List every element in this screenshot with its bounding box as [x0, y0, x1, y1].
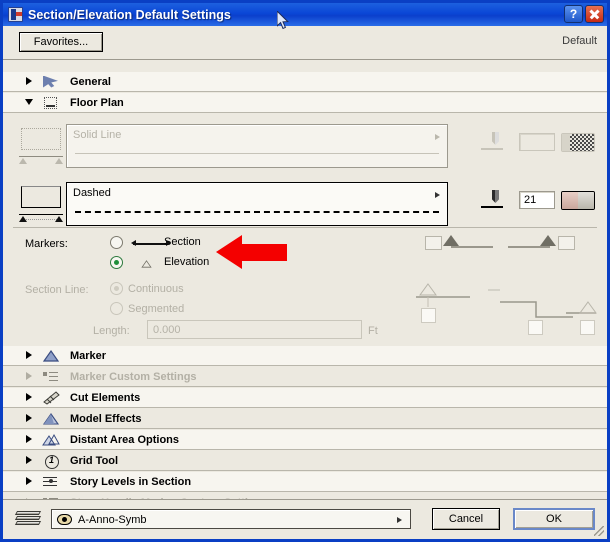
layers-icon [14, 511, 42, 529]
tree-row-label: Model Effects [70, 412, 142, 425]
cut-elements-icon [42, 390, 60, 405]
tree-row-general[interactable]: General [3, 72, 607, 92]
markers-section: Markers: Section Elevation Section Line:… [3, 232, 607, 342]
layer-value: A-Anno-Symb [78, 514, 147, 526]
red-left-arrow-annotation [216, 235, 291, 269]
uncut-line-style-value: Solid Line [73, 129, 122, 141]
expand-arrow-icon[interactable] [25, 477, 34, 486]
radio-elevation-marker[interactable] [110, 256, 123, 269]
favorites-button[interactable]: Favorites... [19, 32, 103, 52]
cancel-button[interactable]: Cancel [432, 508, 500, 530]
favorites-bar: Favorites... Default [3, 26, 607, 60]
tree-row-label: Floor Plan [70, 96, 124, 109]
dialog-footer: A-Anno-Symb Cancel OK [3, 499, 607, 539]
radio-segmented[interactable] [110, 302, 123, 315]
archicad-section-icon [8, 7, 23, 22]
uncut-line-pen-number[interactable] [519, 133, 555, 151]
cut-line-thumbnail [17, 184, 65, 224]
tree-row-marker[interactable]: Marker [3, 346, 607, 366]
floor-plan-panel: Solid Line Dashed 21 Markers: Section El… [3, 114, 607, 344]
window-title: Section/Elevation Default Settings [28, 7, 231, 22]
eye-icon [57, 514, 72, 525]
resize-grip[interactable] [594, 526, 604, 536]
uncut-line-pen-icon[interactable] [481, 130, 507, 154]
arrow-tool-icon [42, 75, 60, 89]
tree-row-label: Cut Elements [70, 391, 141, 404]
cut-line-pen-icon[interactable] [481, 188, 507, 212]
mouse-cursor [277, 11, 289, 30]
tree-row-distant-area-options[interactable]: Distant Area Options [3, 430, 607, 450]
radio-elevation-label[interactable]: Elevation [164, 256, 209, 268]
title-bar: Section/Elevation Default Settings ? [3, 3, 607, 26]
tree-row-floor-plan[interactable]: Floor Plan [3, 93, 607, 113]
tree-row-label: Marker Custom Settings [70, 370, 197, 383]
custom-settings-icon [42, 370, 60, 384]
collapse-arrow-icon[interactable] [25, 98, 34, 107]
expand-arrow-icon[interactable] [25, 456, 34, 465]
tree-row-story-levels-in-section[interactable]: Story Levels in Section [3, 472, 607, 492]
uncut-line-row: Solid Line [3, 122, 607, 178]
marker-preview-top [423, 232, 598, 256]
distant-area-icon [42, 433, 60, 447]
tree-row-marker-custom-settings: Marker Custom Settings [3, 367, 607, 387]
section-elevation-dialog: Section/Elevation Default Settings ? Fav… [0, 0, 610, 542]
marker-triangle-icon [42, 349, 60, 363]
window-controls: ? [564, 5, 604, 23]
chevron-right-icon [435, 134, 440, 140]
cut-line-pen-number[interactable]: 21 [519, 191, 555, 209]
close-button[interactable] [585, 5, 604, 23]
tree-row-label: Grid Tool [70, 454, 119, 467]
close-icon [589, 9, 600, 20]
chevron-right-icon [435, 192, 440, 198]
radio-segmented-label[interactable]: Segmented [128, 303, 184, 315]
model-effects-icon [42, 412, 60, 426]
chevron-right-icon [397, 517, 402, 523]
story-levels-icon [42, 475, 60, 489]
question-mark-icon: ? [569, 7, 578, 21]
tree-row-model-effects[interactable]: Model Effects [3, 409, 607, 429]
length-label: Length: [93, 325, 130, 337]
expand-arrow-icon[interactable] [25, 77, 34, 86]
ok-button[interactable]: OK [513, 508, 595, 530]
cut-line-style-combo[interactable]: Dashed [66, 182, 448, 226]
cut-line-type-swatch[interactable] [561, 191, 595, 210]
expand-arrow-icon[interactable] [25, 351, 34, 360]
radio-continuous-label[interactable]: Continuous [128, 283, 184, 295]
length-unit: Ft [368, 325, 378, 337]
tree-row-label: Distant Area Options [70, 433, 179, 446]
tree-row-label: Story Levels in Section [70, 475, 192, 488]
tree-row-grid-tool[interactable]: Grid Tool [3, 451, 607, 471]
cut-line-style-value: Dashed [73, 187, 111, 199]
layer-combo[interactable]: A-Anno-Symb [51, 509, 411, 529]
expand-arrow-icon[interactable] [25, 393, 34, 402]
expand-arrow-icon [25, 372, 34, 381]
uncut-line-type-swatch[interactable] [561, 133, 595, 152]
uncut-line-style-combo[interactable]: Solid Line [66, 124, 448, 168]
floor-plan-icon [42, 96, 60, 110]
section-line-label: Section Line: [25, 284, 89, 296]
radio-continuous[interactable] [110, 282, 123, 295]
help-button[interactable]: ? [564, 5, 583, 23]
length-input[interactable]: 0.000 [147, 320, 362, 339]
tree-row-label: Marker [70, 349, 107, 362]
expand-arrow-icon[interactable] [25, 435, 34, 444]
markers-label: Markers: [25, 238, 68, 250]
expand-arrow-icon[interactable] [25, 414, 34, 423]
elevation-marker-glyph [127, 258, 167, 270]
tree-row-cut-elements[interactable]: Cut Elements [3, 388, 607, 408]
default-label: Default [562, 35, 597, 47]
marker-preview-bottom [408, 280, 603, 335]
uncut-line-thumbnail [17, 126, 65, 166]
radio-section-marker[interactable] [110, 236, 123, 249]
radio-section-label[interactable]: Section [164, 236, 201, 248]
section-divider [13, 227, 597, 228]
tree-row-label: General [70, 75, 111, 88]
grid-tool-icon [42, 454, 60, 469]
